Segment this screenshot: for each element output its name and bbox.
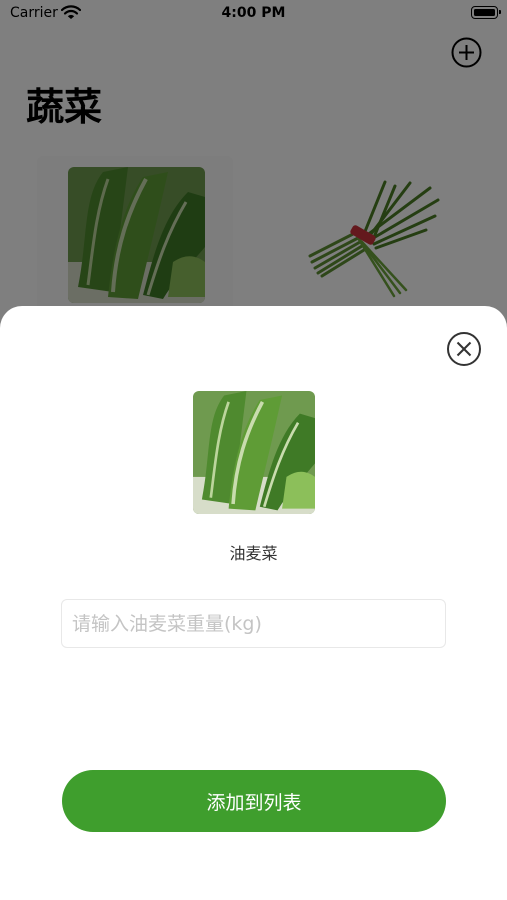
selected-vegetable-image bbox=[193, 391, 315, 514]
selected-item-name: 油麦菜 bbox=[229, 544, 278, 563]
add-to-list-button[interactable]: 添加到列表 bbox=[62, 770, 446, 832]
weight-input[interactable] bbox=[61, 599, 446, 648]
close-icon[interactable] bbox=[446, 331, 482, 367]
